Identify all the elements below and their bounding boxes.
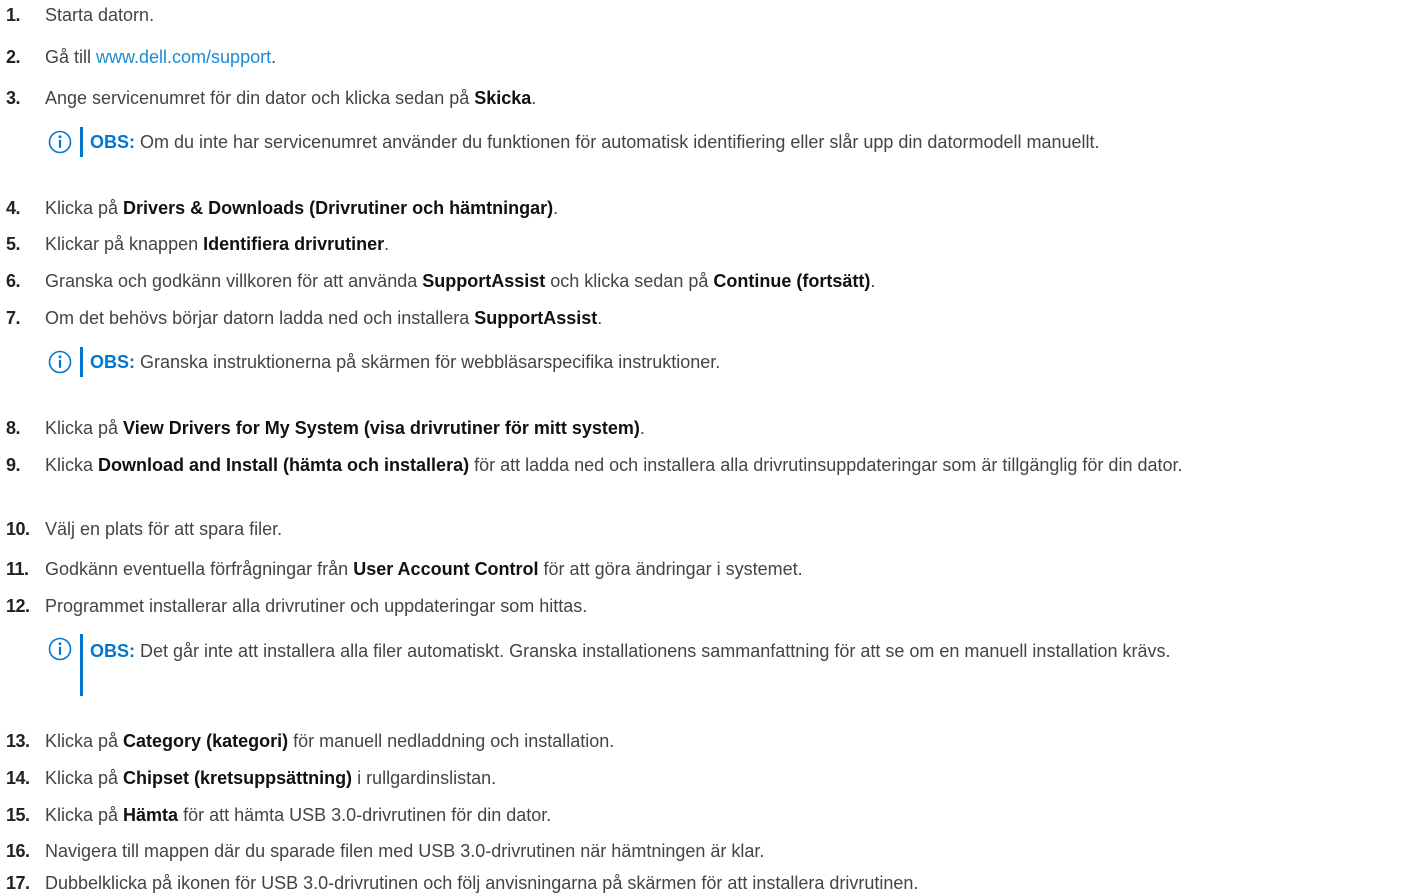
step-number: 17.: [6, 873, 30, 893]
note-text: OBS: Om du inte har servicenumret använd…: [90, 132, 1100, 152]
step-text: Klicka på Chipset (kretsuppsättning) i r…: [45, 768, 497, 788]
step-number: 10.: [6, 519, 30, 539]
step-text: Klicka Download and Install (hämta och i…: [45, 455, 1183, 475]
step-number: 16.: [6, 841, 30, 861]
step-text: Dubbelklicka på ikonen för USB 3.0-drivr…: [45, 873, 919, 893]
step-number: 9.: [6, 455, 21, 475]
info-circle-icon: [48, 637, 72, 661]
note-label: OBS:: [90, 132, 135, 152]
step-text: Programmet installerar alla drivrutiner …: [45, 596, 588, 616]
step-number: 15.: [6, 805, 30, 825]
step-number: 6.: [6, 271, 21, 291]
step-number: 13.: [6, 731, 30, 751]
info-circle-icon: [48, 350, 72, 374]
step-text: Starta datorn.: [45, 5, 155, 25]
step-number: 3.: [6, 88, 21, 108]
step-number: 1.: [6, 5, 21, 25]
note-text: OBS: Det går inte att installera alla fi…: [90, 641, 1171, 661]
info-circle-icon: [48, 130, 72, 154]
note-accent-bar: [80, 347, 83, 377]
note-accent-bar: [80, 634, 83, 696]
note-callout: OBS: Det går inte att installera alla fi…: [48, 634, 1400, 696]
step-number: 8.: [6, 418, 21, 438]
step-text: Gå till www.dell.com/support.: [45, 47, 277, 67]
step-number: 14.: [6, 768, 30, 788]
step-text: Välj en plats för att spara filer.: [45, 519, 283, 539]
note-label: OBS:: [90, 352, 135, 372]
step-text: Ange servicenumret för din dator och kli…: [45, 88, 537, 108]
step-number: 11.: [6, 559, 29, 579]
step-text: Klickar på knappen Identifiera drivrutin…: [45, 234, 390, 254]
step-number: 5.: [6, 234, 21, 254]
note-label: OBS:: [90, 641, 135, 661]
step-number: 4.: [6, 198, 21, 218]
instructions-document: 1. Starta datorn. 2. Gå till www.dell.co…: [0, 0, 1405, 894]
step-number: 12.: [6, 596, 30, 616]
step-number: 7.: [6, 308, 21, 328]
note-callout: OBS: Om du inte har servicenumret använd…: [48, 127, 1400, 157]
step-text: Godkänn eventuella förfrågningar från Us…: [45, 559, 803, 579]
step-text: Klicka på Drivers & Downloads (Drivrutin…: [45, 198, 559, 218]
note-text: OBS: Granska instruktionerna på skärmen …: [90, 352, 721, 372]
step-text: Klicka på Hämta för att hämta USB 3.0-dr…: [45, 805, 552, 825]
step-text: Granska och godkänn villkoren för att an…: [45, 271, 876, 291]
step-text: Om det behövs börjar datorn ladda ned oc…: [45, 308, 603, 328]
step-text: Navigera till mappen där du sparade file…: [45, 841, 765, 861]
step-text: Klicka på View Drivers for My System (vi…: [45, 418, 645, 438]
note-accent-bar: [80, 127, 83, 157]
note-callout: OBS: Granska instruktionerna på skärmen …: [48, 347, 1400, 377]
step-text: Klicka på Category (kategori) för manuel…: [45, 731, 615, 751]
step-number: 2.: [6, 47, 21, 67]
dell-support-link[interactable]: www.dell.com/support: [96, 47, 271, 67]
